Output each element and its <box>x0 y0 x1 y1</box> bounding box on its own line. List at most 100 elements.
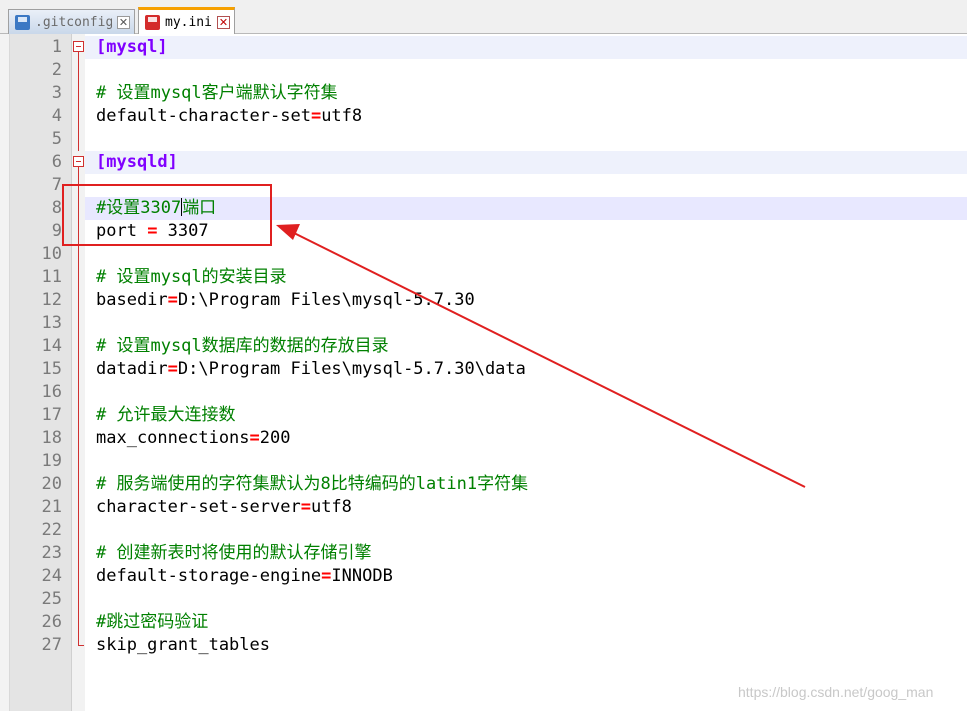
fold-guide <box>78 404 79 427</box>
code-line[interactable]: 11 # 设置mysql的安装目录 <box>10 266 967 289</box>
code-text: [mysqld] <box>96 151 178 174</box>
line-number: 27 <box>41 635 62 655</box>
fold-guide <box>78 289 79 312</box>
code-line[interactable]: 5 <box>10 128 967 151</box>
code-line[interactable]: 10 <box>10 243 967 266</box>
config-text: max_connections <box>96 428 250 448</box>
line-highlight <box>85 243 967 266</box>
code-line[interactable]: 22 <box>10 519 967 542</box>
line-highlight <box>85 519 967 542</box>
code-text: basedir=D:\Program Files\mysql-5.7.30 <box>96 289 475 312</box>
code-line[interactable]: 4 default-character-set=utf8 <box>10 105 967 128</box>
code-line[interactable]: 27 skip_grant_tables <box>10 634 967 657</box>
code-line[interactable]: 16 <box>10 381 967 404</box>
fold-guide <box>78 519 79 542</box>
code-line[interactable]: 17 # 允许最大连接数 <box>10 404 967 427</box>
code-line[interactable]: 21 character-set-server=utf8 <box>10 496 967 519</box>
code-editor[interactable]: 1 [mysql] 2 3 # 设置mysql客户端默认字符集 4 default-char… <box>10 34 967 711</box>
fold-guide <box>78 266 79 289</box>
line-number: 7 <box>51 175 62 195</box>
line-number: 26 <box>41 612 62 632</box>
fold-guide <box>78 565 79 588</box>
close-icon[interactable]: ✕ <box>117 15 130 29</box>
code-text: # 允许最大连接数 <box>96 404 235 427</box>
fold-guide <box>78 220 79 243</box>
code-line[interactable]: 19 <box>10 450 967 473</box>
comment-text: #设置3307 <box>96 198 182 218</box>
comment-text: #跳过密码验证 <box>96 612 209 632</box>
fold-guide <box>78 312 79 335</box>
comment-text: 端口 <box>182 198 217 218</box>
equals-operator: = <box>321 566 332 586</box>
code-line[interactable]: 13 <box>10 312 967 335</box>
fold-guide <box>78 358 79 381</box>
config-text: default-character-set <box>96 106 311 126</box>
config-text: basedir <box>96 290 168 310</box>
tab-my-ini[interactable]: my.ini ✕ <box>138 7 235 34</box>
code-text: [mysql] <box>96 36 168 59</box>
code-line[interactable]: 9 port = 3307 <box>10 220 967 243</box>
tab-label: my.ini <box>165 14 212 30</box>
tab-bar: .gitconfig ✕ my.ini ✕ <box>0 0 967 34</box>
line-number: 9 <box>51 221 62 241</box>
line-number: 8 <box>51 198 62 218</box>
line-number: 24 <box>41 566 62 586</box>
code-line[interactable]: 14 # 设置mysql数据库的数据的存放目录 <box>10 335 967 358</box>
code-line[interactable]: 20 # 服务端使用的字符集默认为8比特编码的latin1字符集 <box>10 473 967 496</box>
code-text: # 创建新表时将使用的默认存储引擎 <box>96 542 371 565</box>
comment-text: # 设置mysql客户端默认字符集 <box>96 83 338 103</box>
line-number: 20 <box>41 474 62 494</box>
line-number: 23 <box>41 543 62 563</box>
comment-text: # 设置mysql的安装目录 <box>96 267 287 287</box>
fold-guide <box>78 52 79 59</box>
section-header: [mysqld] <box>96 152 178 172</box>
code-line[interactable]: 6 [mysqld] <box>10 151 967 174</box>
line-number: 5 <box>51 129 62 149</box>
equals-operator: = <box>310 106 322 126</box>
line-highlight <box>85 588 967 611</box>
line-number: 1 <box>51 37 62 57</box>
code-line[interactable]: 1 [mysql] <box>10 36 967 59</box>
fold-guide <box>78 542 79 565</box>
code-text: default-character-set=utf8 <box>96 105 362 128</box>
fold-collapse-icon[interactable] <box>73 156 84 167</box>
line-number: 3 <box>51 83 62 103</box>
line-number: 11 <box>41 267 62 287</box>
line-highlight <box>85 450 967 473</box>
code-text: # 服务端使用的字符集默认为8比特编码的latin1字符集 <box>96 473 528 496</box>
line-number: 2 <box>51 60 62 80</box>
close-icon[interactable]: ✕ <box>217 15 230 29</box>
code-line[interactable]: 8 #设置3307端口 <box>10 197 967 220</box>
code-line[interactable]: 24 default-storage-engine=INNODB <box>10 565 967 588</box>
code-text: #跳过密码验证 <box>96 611 208 634</box>
code-line[interactable]: 12 basedir=D:\Program Files\mysql-5.7.30 <box>10 289 967 312</box>
fold-collapse-icon[interactable] <box>73 41 84 52</box>
fold-guide <box>78 473 79 496</box>
code-line[interactable]: 3 # 设置mysql客户端默认字符集 <box>10 82 967 105</box>
code-line[interactable]: 7 <box>10 174 967 197</box>
line-number: 14 <box>41 336 62 356</box>
code-line[interactable]: 15 datadir=D:\Program Files\mysql-5.7.30\… <box>10 358 967 381</box>
line-number: 21 <box>41 497 62 517</box>
code-text: #设置3307端口 <box>96 197 216 220</box>
line-highlight <box>85 151 967 174</box>
line-number: 12 <box>41 290 62 310</box>
equals-operator: = <box>167 359 178 379</box>
line-number: 22 <box>41 520 62 540</box>
code-line[interactable]: 25 <box>10 588 967 611</box>
line-highlight <box>85 174 967 197</box>
config-text: datadir <box>96 359 168 379</box>
line-highlight <box>85 611 967 634</box>
code-line[interactable]: 18 max_connections=200 <box>10 427 967 450</box>
code-line[interactable]: 2 <box>10 59 967 82</box>
config-text: character-set-server <box>96 497 301 517</box>
fold-guide <box>78 381 79 404</box>
line-number: 4 <box>51 106 62 126</box>
equals-operator: = <box>249 428 260 448</box>
tab-gitconfig[interactable]: .gitconfig ✕ <box>8 9 135 34</box>
fold-guide <box>78 167 79 174</box>
code-line[interactable]: 26 #跳过密码验证 <box>10 611 967 634</box>
config-text: port <box>96 221 148 241</box>
code-line[interactable]: 23 # 创建新表时将使用的默认存储引擎 <box>10 542 967 565</box>
line-number: 13 <box>41 313 62 333</box>
